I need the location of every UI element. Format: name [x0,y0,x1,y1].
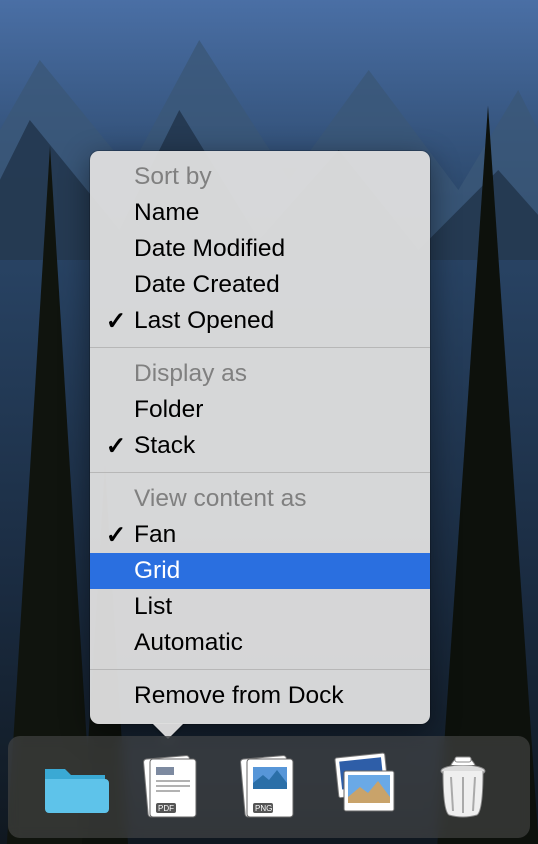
menu-item-label: Stack [134,432,412,460]
menu-header-label: View content as [134,485,412,513]
png-stack-icon: PNG [233,751,305,823]
menu-item-name[interactable]: Name [90,195,430,231]
svg-text:PDF: PDF [158,804,174,813]
menu-item-folder[interactable]: Folder [90,392,430,428]
checkmark-icon: ✓ [104,431,128,461]
dock-item-png-stack[interactable]: PNG [229,747,309,827]
dock-item-pdf-stack[interactable]: PDF [132,747,212,827]
trash-icon [427,751,499,823]
menu-item-last-opened[interactable]: ✓ Last Opened [90,303,430,339]
svg-text:PNG: PNG [255,804,272,813]
menu-separator [90,347,430,348]
dock-item-trash[interactable] [423,747,503,827]
menu-item-fan[interactable]: ✓ Fan [90,517,430,553]
menu-item-label: Folder [134,396,412,424]
menu-item-remove-from-dock[interactable]: Remove from Dock [90,678,430,714]
menu-header-display-as: Display as [90,356,430,392]
menu-header-label: Sort by [134,163,412,191]
menu-item-grid[interactable]: Grid [90,553,430,589]
menu-item-label: Automatic [134,629,412,657]
menu-item-label: Fan [134,521,412,549]
menu-item-automatic[interactable]: Automatic [90,625,430,661]
menu-item-label: Grid [134,557,412,585]
folder-icon [39,751,111,823]
dock-item-image-stack[interactable] [326,747,406,827]
menu-item-label: Date Modified [134,235,412,263]
menu-item-label: Remove from Dock [134,682,412,710]
menu-item-date-created[interactable]: Date Created [90,267,430,303]
dock: PDF PNG [8,736,530,838]
menu-item-label: List [134,593,412,621]
menu-item-label: Date Created [134,271,412,299]
image-stack-icon [330,751,402,823]
menu-header-view-content-as: View content as [90,481,430,517]
menu-item-label: Last Opened [134,307,412,335]
menu-item-date-modified[interactable]: Date Modified [90,231,430,267]
menu-header-sort-by: Sort by [90,159,430,195]
menu-item-list[interactable]: List [90,589,430,625]
pdf-stack-icon: PDF [136,751,208,823]
menu-item-label: Name [134,199,412,227]
checkmark-icon: ✓ [104,520,128,550]
dock-item-folder[interactable] [35,747,115,827]
menu-separator [90,472,430,473]
menu-header-label: Display as [134,360,412,388]
checkmark-icon: ✓ [104,306,128,336]
dock-context-menu: Sort by Name Date Modified Date Created … [90,151,430,724]
menu-item-stack[interactable]: ✓ Stack [90,428,430,464]
menu-separator [90,669,430,670]
